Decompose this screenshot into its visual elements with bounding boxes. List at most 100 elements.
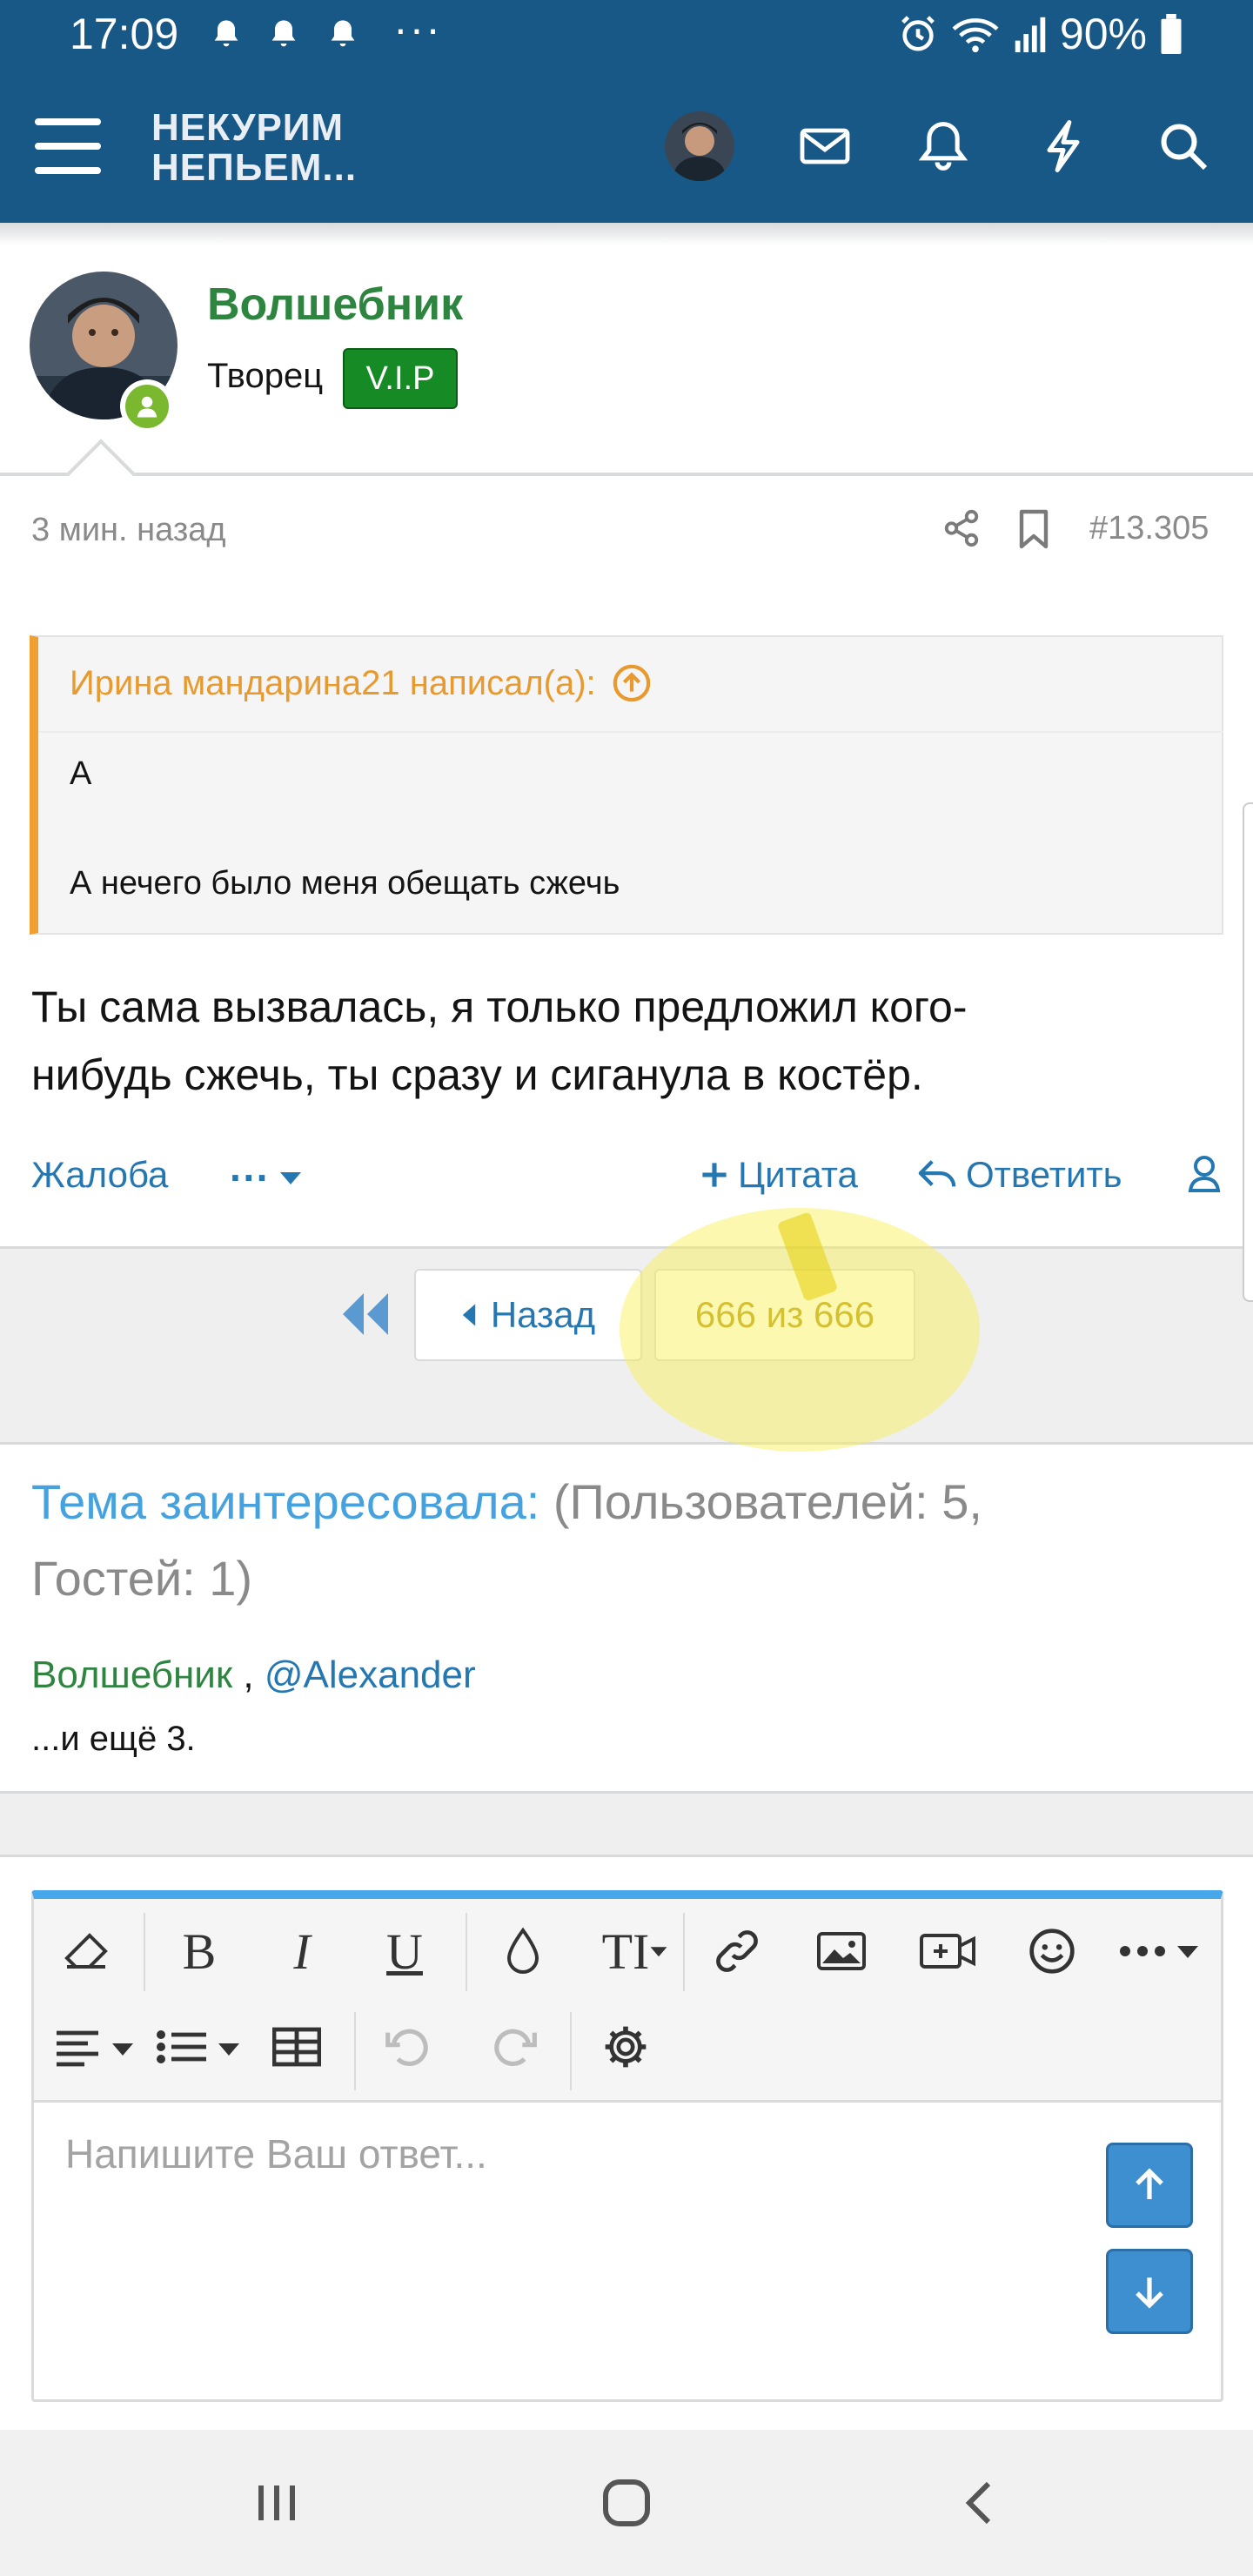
more-icon[interactable] — [1118, 1923, 1202, 1979]
reply-label: Ответить — [966, 1154, 1122, 1195]
image-icon[interactable] — [814, 1923, 869, 1979]
reply-input[interactable]: Напишите Ваш ответ... — [65, 2130, 487, 2177]
status-time: 17:09 — [70, 10, 179, 58]
align-icon[interactable] — [53, 2019, 137, 2075]
table-icon[interactable] — [269, 2019, 325, 2075]
recents-icon[interactable] — [252, 2479, 301, 2527]
more-dots: ··· — [230, 1155, 270, 1200]
eraser-icon[interactable] — [58, 1923, 114, 1979]
search-icon[interactable] — [1149, 111, 1218, 181]
bell-icon — [271, 20, 296, 47]
quote-button[interactable]: Цитата — [700, 1154, 858, 1196]
battery-icon — [1161, 14, 1182, 54]
logo-line-2: НЕПЬЕМ... — [151, 146, 358, 189]
underline-icon[interactable]: U — [377, 1923, 432, 1980]
arrow-up-icon — [1136, 2168, 1163, 2199]
app-bar: НЕКУРИМ НЕПЬЕМ... — [0, 87, 1253, 223]
status-bar: 17:09 ··· 90% — [0, 0, 1253, 78]
interested-heading: Тема заинтересовала: — [31, 1474, 540, 1529]
toolbar-separator — [144, 1913, 145, 1991]
interested-user-2[interactable]: @Alexander — [265, 1654, 476, 1696]
bell-icon — [331, 20, 355, 47]
toolbar-separator — [466, 1913, 467, 1991]
more-actions-button[interactable]: ··· — [230, 1154, 303, 1201]
back-button[interactable]: Назад — [414, 1269, 642, 1361]
back-icon[interactable] — [955, 2479, 1004, 2527]
interested-users: Волшебник , @Alexander — [31, 1654, 476, 1697]
settings-icon[interactable] — [598, 2019, 653, 2075]
alarm-icon — [901, 16, 935, 51]
interested-user-1[interactable]: Волшебник — [31, 1654, 232, 1696]
reply-editor: B I U TI Напишите Ваш ответ... — [31, 1890, 1223, 2402]
interested-more[interactable]: ...и ещё 3. — [31, 1720, 196, 1759]
logo-line-1: НЕКУРИМ — [151, 106, 345, 149]
first-page-icon[interactable] — [339, 1290, 392, 1338]
post-body-line-2: нибудь сжечь, ты сразу и сиганула в кост… — [31, 1050, 923, 1099]
user-icon[interactable] — [1187, 1154, 1222, 1192]
quote-header-divider — [38, 731, 1223, 733]
online-status-icon — [120, 379, 174, 433]
bookmark-icon[interactable] — [1016, 508, 1051, 550]
bell-icon — [214, 20, 238, 47]
bold-icon[interactable]: B — [171, 1923, 227, 1980]
header-shadow — [0, 223, 1253, 245]
site-logo[interactable]: НЕКУРИМ НЕПЬЕМ... — [151, 108, 357, 188]
author-name[interactable]: Волшебник — [207, 278, 463, 331]
italic-icon[interactable]: I — [274, 1923, 330, 1980]
quote-line-2: А нечего было меня обещать сжечь — [70, 865, 620, 902]
interested-title: Тема заинтересовала: (Пользователей: 5, … — [31, 1464, 1215, 1617]
share-icon[interactable] — [941, 508, 982, 548]
status-right: 90% — [898, 9, 1183, 59]
quote-header[interactable]: Ирина мандарина21 написал(а): — [70, 663, 652, 703]
back-label: Назад — [490, 1294, 596, 1335]
interested-stats-2: Гостей: 1) — [31, 1551, 253, 1606]
toolbar-separator — [683, 1913, 685, 1991]
post-number[interactable]: #13.305 — [1089, 510, 1209, 547]
arrow-down-icon — [1136, 2277, 1163, 2309]
status-dots: ··· — [393, 4, 442, 53]
scroll-handle[interactable] — [1243, 802, 1253, 1302]
home-icon[interactable] — [600, 2477, 653, 2529]
battery-percent: 90% — [1059, 10, 1147, 58]
arrow-up-circle-icon[interactable] — [612, 663, 652, 703]
system-navigation-bar — [0, 2430, 1253, 2576]
report-label: Жалоба — [31, 1154, 169, 1195]
signal-icon — [1015, 17, 1046, 53]
editor-toolbar: B I U TI — [34, 1899, 1221, 2103]
avatar[interactable] — [665, 111, 734, 181]
post-body: Ты сама вызвалась, я только предложил ко… — [31, 973, 1215, 1109]
undo-icon[interactable] — [380, 2019, 436, 2075]
post-divider — [0, 473, 1253, 476]
toolbar-separator — [354, 2012, 356, 2090]
list-icon[interactable] — [156, 2019, 243, 2075]
chevron-left-icon — [462, 1304, 476, 1326]
plus-icon — [702, 1163, 727, 1187]
report-button[interactable]: Жалоба — [31, 1154, 168, 1196]
redo-icon[interactable] — [486, 2019, 542, 2075]
quote-line-1: А — [70, 755, 92, 792]
color-drop-icon[interactable] — [495, 1923, 551, 1979]
quote-label: Цитата — [738, 1154, 858, 1195]
text-size-icon[interactable]: TI — [587, 1922, 683, 1980]
bolt-icon[interactable] — [1029, 111, 1098, 181]
post-time[interactable]: 3 мин. назад — [31, 512, 226, 549]
user-separator: , — [243, 1654, 254, 1696]
menu-icon[interactable] — [35, 118, 101, 178]
scroll-up-button[interactable] — [1106, 2143, 1193, 2228]
mail-icon[interactable] — [790, 111, 860, 181]
author-title: Творец — [207, 357, 324, 395]
wifi-icon — [952, 18, 999, 53]
text-size-glyph: TI — [601, 1922, 650, 1980]
scroll-down-button[interactable] — [1106, 2249, 1193, 2334]
post-body-line-1: Ты сама вызвалась, я только предложил ко… — [31, 983, 968, 1031]
interested-stats-1: (Пользователей: 5, — [553, 1474, 982, 1529]
quote-author[interactable]: Ирина мандарина21 написал(а): — [70, 664, 596, 703]
video-icon[interactable] — [920, 1923, 975, 1979]
emoji-icon[interactable] — [1024, 1923, 1080, 1979]
vip-badge: V.I.P — [343, 348, 458, 409]
link-icon[interactable] — [709, 1923, 765, 1979]
reply-button[interactable]: Ответить — [917, 1154, 1122, 1196]
toolbar-separator — [570, 2012, 572, 2090]
chevron-down-icon — [650, 1947, 667, 1957]
bell-icon[interactable] — [908, 111, 978, 181]
